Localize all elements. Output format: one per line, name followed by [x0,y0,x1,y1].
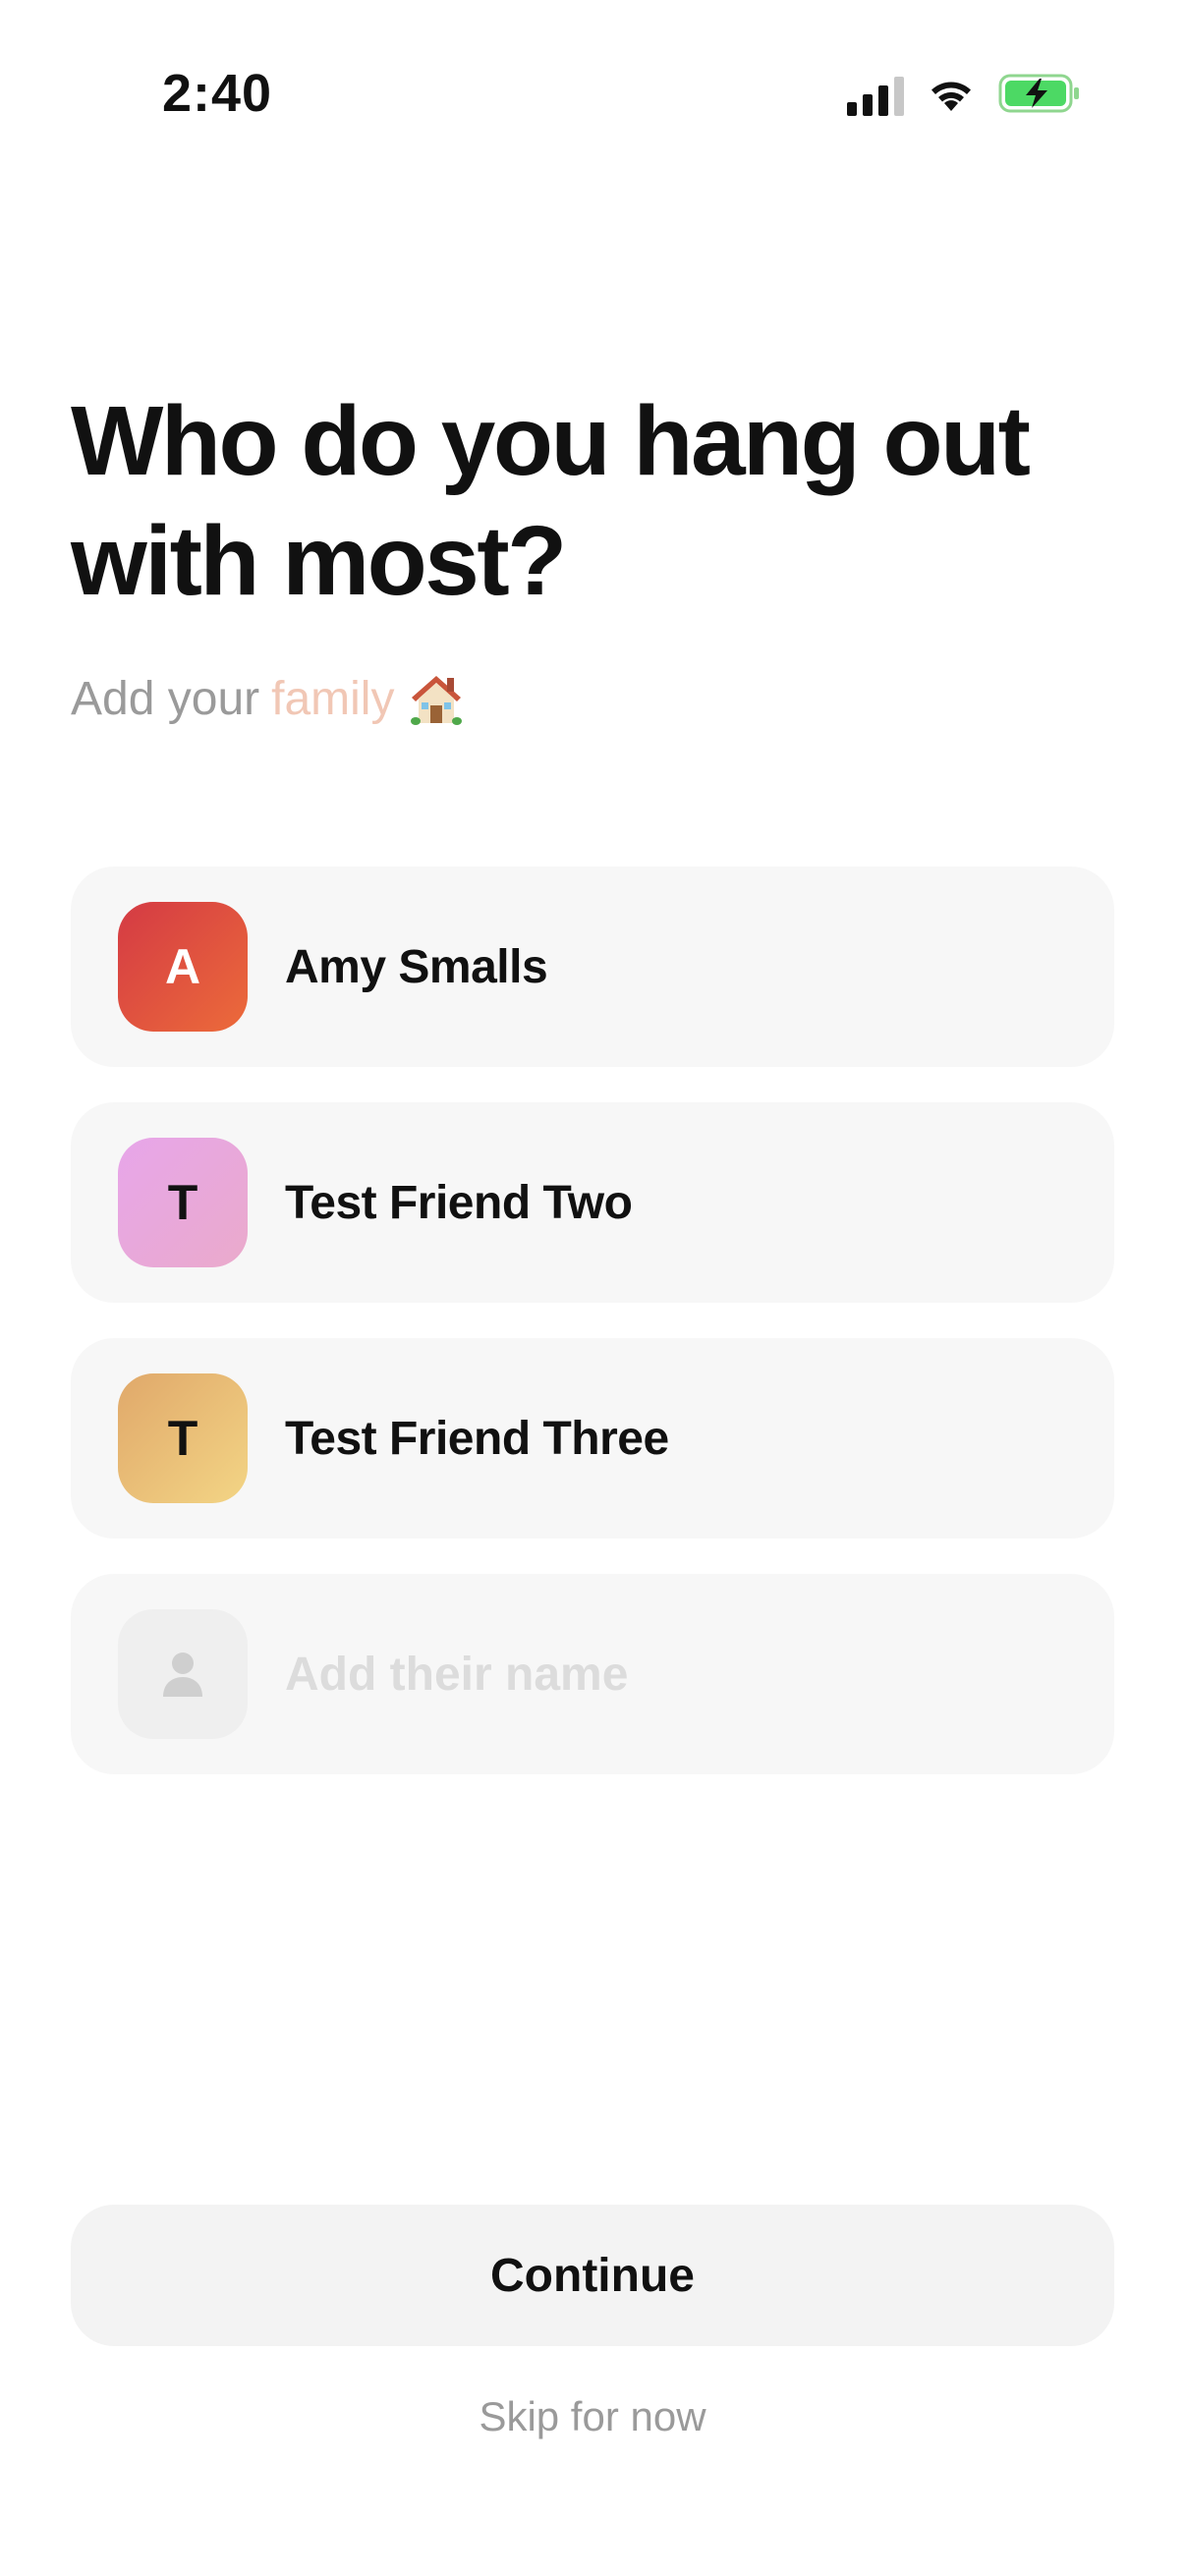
skip-link[interactable]: Skip for now [0,2393,1185,2440]
cellular-signal-icon [847,76,904,116]
friend-name: Test Friend Two [285,1176,633,1229]
avatar: A [118,902,248,1032]
status-bar: 2:40 [0,0,1185,193]
page-title: Who do you hang out with most? [71,386,1031,616]
house-icon [408,670,465,727]
subtitle-prefix: Add your [71,672,260,725]
status-time: 2:40 [162,64,273,123]
subtitle-accent: family [271,672,395,725]
friend-card[interactable]: A Amy Smalls [71,867,1114,1067]
add-friend-card[interactable] [71,1574,1114,1774]
wifi-icon [926,74,977,118]
friend-card[interactable]: T Test Friend Two [71,1102,1114,1303]
friend-name: Amy Smalls [285,940,548,993]
continue-button[interactable]: Continue [71,2205,1114,2346]
battery-charging-icon [998,73,1081,119]
person-icon [118,1609,248,1739]
friend-card[interactable]: T Test Friend Three [71,1338,1114,1539]
friend-name: Test Friend Three [285,1412,669,1465]
friend-list: A Amy Smalls T Test Friend Two T Test Fr… [71,867,1114,1810]
avatar: T [118,1373,248,1503]
status-icons [847,73,1081,119]
friend-name-input[interactable] [285,1647,1032,1702]
avatar: T [118,1138,248,1267]
subtitle: Add your family [71,670,465,727]
